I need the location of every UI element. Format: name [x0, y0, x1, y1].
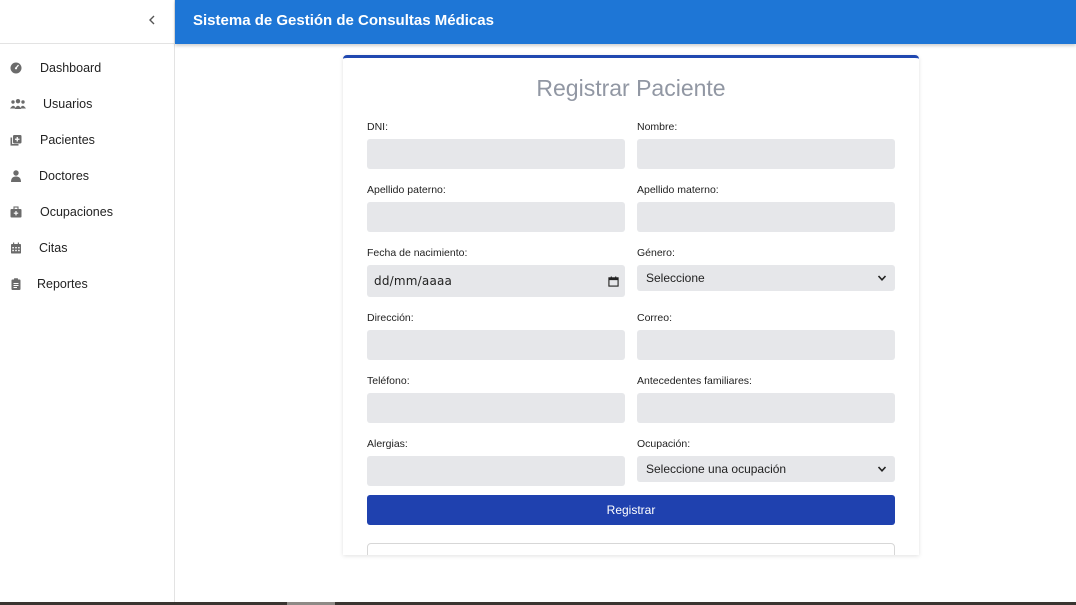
direccion-field[interactable] — [367, 330, 625, 360]
sidebar-item-label: Citas — [39, 241, 68, 255]
register-patient-card: Registrar Paciente DNI: Nombre: Apellido… — [343, 55, 919, 555]
fecha-nacimiento-label: Fecha de nacimiento: — [367, 247, 468, 259]
doctor-icon — [10, 170, 22, 182]
direccion-label: Dirección: — [367, 312, 414, 324]
antecedentes-label: Antecedentes familiares: — [637, 375, 752, 387]
chevron-down-icon — [877, 466, 887, 472]
sidebar-item-label: Reportes — [37, 277, 88, 291]
sidebar-item-doctores[interactable]: Doctores — [0, 158, 174, 194]
correo-field[interactable] — [637, 330, 895, 360]
users-icon — [10, 98, 26, 110]
sidebar-item-citas[interactable]: Citas — [0, 230, 174, 266]
sidebar: Dashboard Usuarios Pacientes Doctores Oc… — [0, 0, 175, 603]
calendar-picker-icon[interactable] — [608, 275, 619, 287]
alergias-field[interactable] — [367, 456, 625, 486]
registrar-button[interactable]: Registrar — [367, 495, 895, 525]
ocupacion-selected-value: Seleccione una ocupación — [646, 462, 787, 476]
sidebar-header — [0, 0, 174, 44]
calendar-icon — [10, 242, 22, 254]
dni-field[interactable] — [367, 139, 625, 169]
telefono-label: Teléfono: — [367, 375, 410, 387]
briefcase-medical-icon — [10, 206, 22, 218]
antecedentes-field[interactable] — [637, 393, 895, 423]
apellido-paterno-field[interactable] — [367, 202, 625, 232]
correo-label: Correo: — [637, 312, 673, 324]
ocupacion-label: Ocupación: — [637, 438, 691, 450]
clipboard-icon — [10, 278, 22, 290]
sidebar-item-label: Dashboard — [40, 61, 102, 75]
apellido-paterno-label: Apellido paterno: — [367, 184, 446, 196]
sidebar-item-usuarios[interactable]: Usuarios — [0, 86, 174, 122]
top-app-bar: Sistema de Gestión de Consultas Médicas — [175, 0, 1076, 44]
collapse-sidebar-button[interactable] — [144, 12, 160, 28]
chevron-left-icon — [149, 15, 155, 25]
fecha-nacimiento-field[interactable]: dd/mm/aaaa — [367, 265, 625, 297]
gauge-icon — [10, 62, 22, 74]
genero-selected-value: Seleccione — [646, 271, 705, 285]
sidebar-item-label: Doctores — [39, 169, 90, 183]
sidebar-item-pacientes[interactable]: Pacientes — [0, 122, 174, 158]
results-panel — [367, 543, 895, 555]
sidebar-item-ocupaciones[interactable]: Ocupaciones — [0, 194, 174, 230]
sidebar-item-reportes[interactable]: Reportes — [0, 266, 174, 302]
date-placeholder: dd/mm/aaaa — [374, 274, 453, 288]
sidebar-item-dashboard[interactable]: Dashboard — [0, 50, 174, 86]
apellido-materno-field[interactable] — [637, 202, 895, 232]
ocupacion-select[interactable]: Seleccione una ocupación — [637, 456, 895, 482]
chevron-down-icon — [877, 275, 887, 281]
sidebar-item-label: Usuarios — [43, 97, 93, 111]
nombre-field[interactable] — [637, 139, 895, 169]
apellido-materno-label: Apellido materno: — [637, 184, 719, 196]
alergias-label: Alergias: — [367, 438, 408, 450]
page-title: Registrar Paciente — [536, 75, 726, 101]
genero-label: Género: — [637, 247, 675, 259]
sidebar-nav: Dashboard Usuarios Pacientes Doctores Oc… — [0, 44, 174, 302]
sidebar-item-label: Ocupaciones — [40, 205, 113, 219]
dni-label: DNI: — [367, 121, 388, 133]
genero-select[interactable]: Seleccione — [637, 265, 895, 291]
patient-add-icon — [10, 134, 22, 146]
sidebar-item-label: Pacientes — [40, 133, 95, 147]
nombre-label: Nombre: — [637, 121, 678, 133]
telefono-field[interactable] — [367, 393, 625, 423]
app-title: Sistema de Gestión de Consultas Médicas — [193, 12, 494, 29]
